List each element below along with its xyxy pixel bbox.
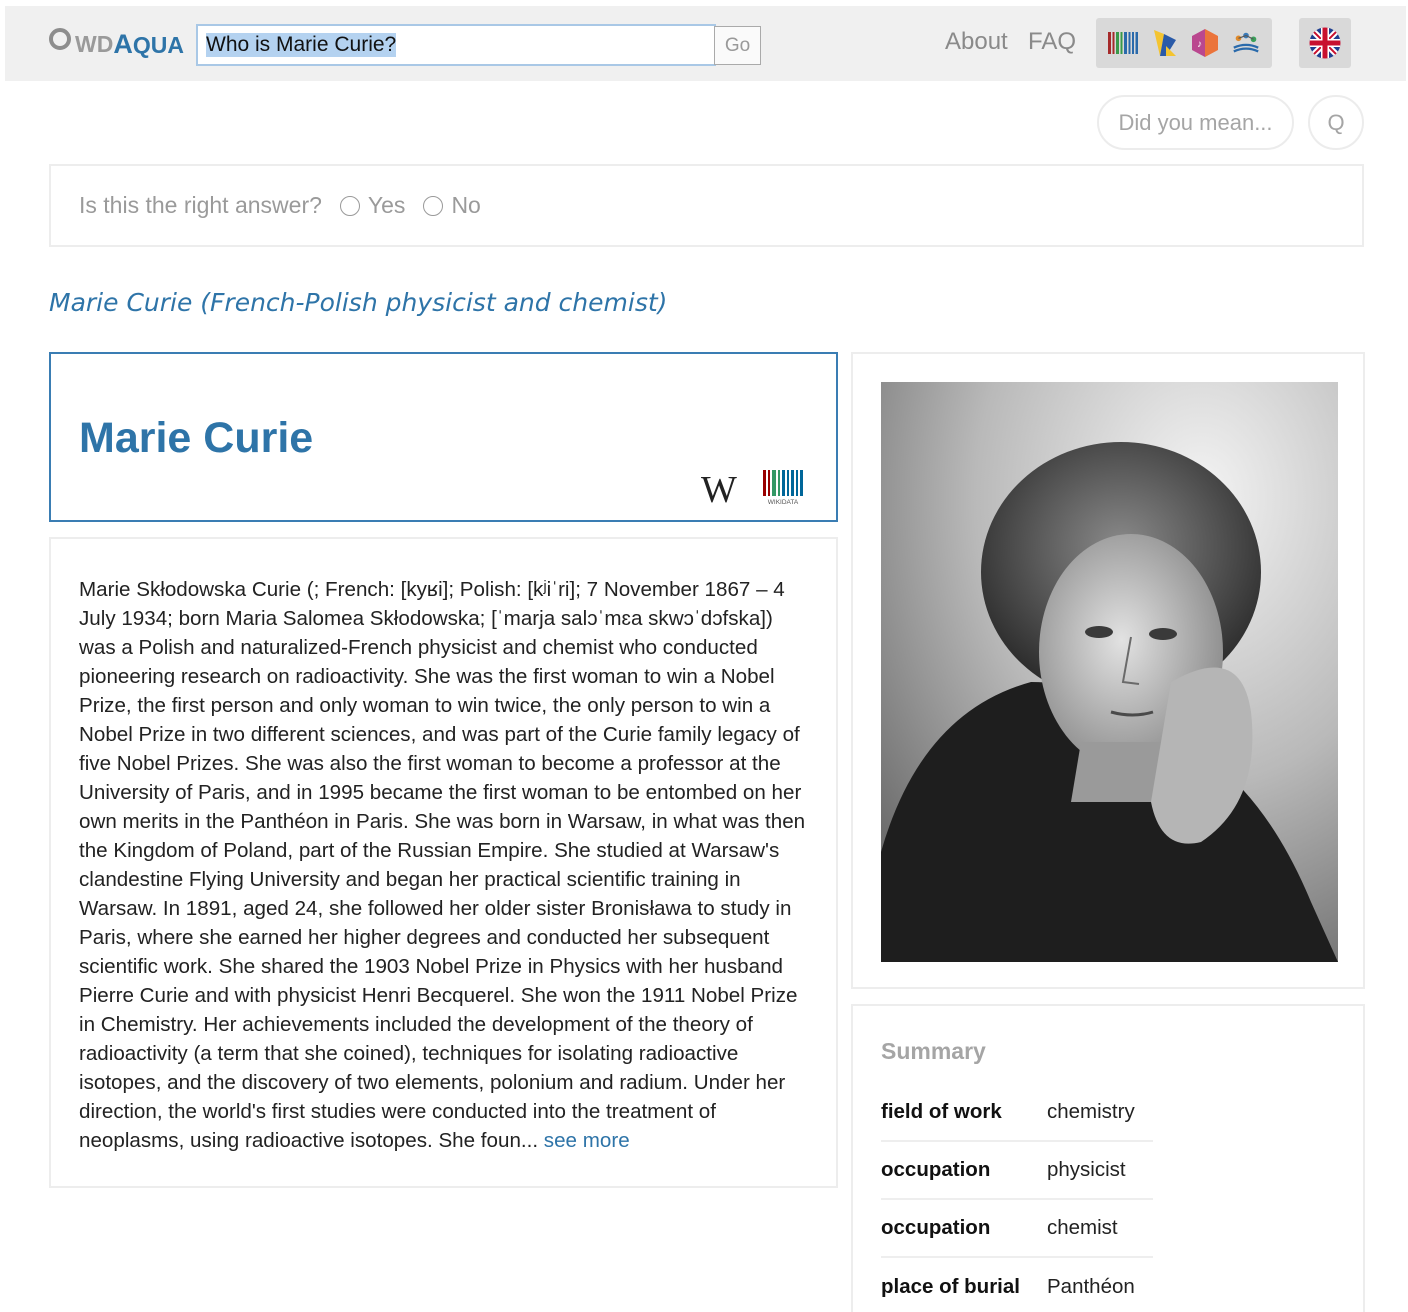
- summary-key: field of work: [881, 1100, 1002, 1123]
- summary-row: occupation physicist: [881, 1142, 1153, 1200]
- feedback-yes-label: Yes: [367, 192, 406, 218]
- svg-text:♪: ♪: [1197, 39, 1202, 50]
- summary-row: place of burial Panthéon: [881, 1258, 1153, 1312]
- svg-text:WIKIDATA: WIKIDATA: [768, 499, 799, 506]
- search-input-value: Who is Marie Curie?: [206, 33, 397, 57]
- summary-title: Summary: [881, 1038, 986, 1064]
- entity-abstract: Marie Skłodowska Curie (; French: [kyʁi]…: [79, 575, 808, 1155]
- summary-key: occupation: [881, 1158, 991, 1181]
- summary-key: occupation: [881, 1216, 991, 1239]
- top-bar: WD AQUA Who is Marie Curie? Go About FAQ: [5, 6, 1406, 81]
- radio-circle-icon: [423, 195, 444, 216]
- summary-value[interactable]: Panthéon: [1047, 1275, 1135, 1299]
- musicbrainz-icon[interactable]: ♪: [1190, 29, 1220, 57]
- summary-card: Summary field of work chemistry occupati…: [851, 1004, 1365, 1312]
- see-more-link[interactable]: see more: [544, 1129, 630, 1152]
- summary-value[interactable]: chemist: [1047, 1216, 1118, 1240]
- summary-row: occupation chemist: [881, 1200, 1153, 1258]
- feedback-no-label: No: [451, 192, 481, 218]
- entity-description[interactable]: Marie Curie (French-Polish physicist and…: [49, 288, 667, 317]
- entity-image-card: [851, 352, 1365, 989]
- summary-table: field of work chemistry occupation physi…: [881, 1084, 1153, 1312]
- abstract-text: Marie Skłodowska Curie (; French: [kyʁi]…: [79, 578, 806, 1152]
- feedback-question: Is this the right answer?: [79, 192, 322, 218]
- answer-feedback-panel: Is this the right answer? Yes No: [49, 164, 1364, 247]
- wikipedia-link-icon[interactable]: W: [701, 468, 737, 512]
- search-input[interactable]: Who is Marie Curie?: [196, 24, 716, 66]
- did-you-mean-button[interactable]: Did you mean...: [1097, 95, 1294, 150]
- logo-wd-text: WD: [75, 30, 114, 57]
- summary-key: place of burial: [881, 1275, 1020, 1298]
- logo-aqua-text: AQUA: [113, 28, 184, 59]
- wdaqua-logo[interactable]: WD AQUA: [49, 26, 184, 62]
- dbpedia-icon[interactable]: [1149, 29, 1179, 57]
- entity-abstract-card: Marie Skłodowska Curie (; French: [kyʁi]…: [49, 537, 838, 1188]
- summary-row: field of work chemistry: [881, 1084, 1153, 1142]
- summary-value[interactable]: chemistry: [1047, 1100, 1135, 1124]
- nav-about-link[interactable]: About: [945, 28, 1008, 56]
- knowledge-base-selector: ♪: [1096, 18, 1272, 68]
- entity-portrait-image: [881, 382, 1338, 962]
- feedback-no-radio[interactable]: No: [423, 192, 481, 219]
- logo-ring-icon: [49, 28, 71, 50]
- scigraph-icon[interactable]: [1231, 29, 1261, 57]
- entity-title-card: Marie Curie W WIKIDATA: [49, 352, 838, 522]
- language-selector[interactable]: [1299, 18, 1351, 68]
- nav-faq-link[interactable]: FAQ: [1028, 28, 1076, 56]
- go-button[interactable]: Go: [714, 26, 761, 65]
- wikidata-link-icon[interactable]: WIKIDATA: [761, 470, 805, 506]
- summary-value[interactable]: physicist: [1047, 1158, 1126, 1182]
- feedback-yes-radio[interactable]: Yes: [339, 192, 406, 219]
- uk-flag-icon: [1309, 27, 1341, 59]
- radio-circle-icon: [339, 195, 360, 216]
- entity-title: Marie Curie: [79, 414, 314, 462]
- query-builder-button[interactable]: Q: [1308, 95, 1364, 150]
- wikidata-icon[interactable]: [1107, 29, 1138, 57]
